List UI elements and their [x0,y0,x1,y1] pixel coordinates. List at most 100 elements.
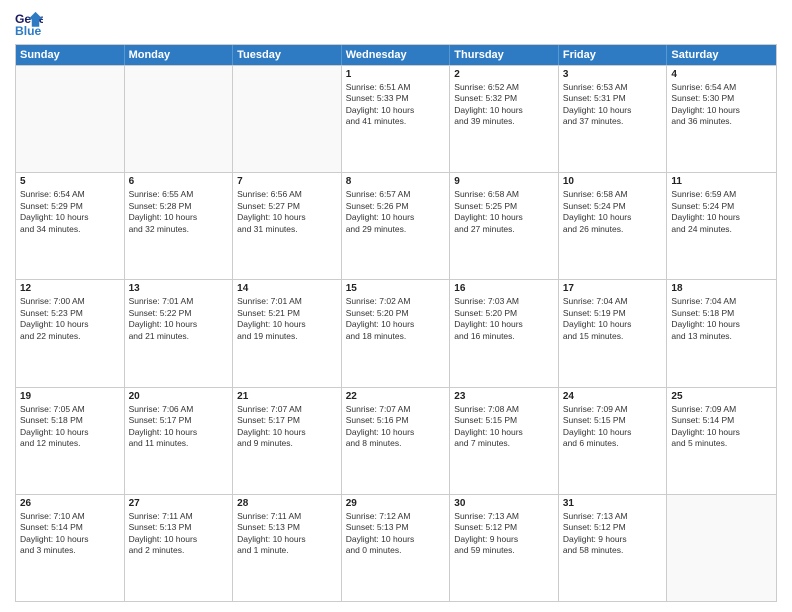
calendar-cell-day-2: 2 Sunrise: 6:52 AM Sunset: 5:32 PM Daylig… [450,66,559,172]
cell-day-number: 13 [129,283,229,294]
cell-info-text: Sunrise: 7:04 AM Sunset: 5:18 PM Dayligh… [671,296,772,342]
calendar: SundayMondayTuesdayWednesdayThursdayFrid… [15,44,777,602]
cell-info-text: Sunrise: 6:56 AM Sunset: 5:27 PM Dayligh… [237,189,337,235]
calendar-cell-day-8: 8 Sunrise: 6:57 AM Sunset: 5:26 PM Daylig… [342,173,451,279]
cell-day-number: 3 [563,69,663,80]
cell-info-text: Sunrise: 7:08 AM Sunset: 5:15 PM Dayligh… [454,404,554,450]
calendar-cell-day-14: 14 Sunrise: 7:01 AM Sunset: 5:21 PM Dayli… [233,280,342,386]
cell-day-number: 20 [129,391,229,402]
cell-day-number: 6 [129,176,229,187]
calendar-cell-day-29: 29 Sunrise: 7:12 AM Sunset: 5:13 PM Dayli… [342,495,451,601]
cell-day-number: 4 [671,69,772,80]
cell-day-number: 2 [454,69,554,80]
cell-info-text: Sunrise: 6:55 AM Sunset: 5:28 PM Dayligh… [129,189,229,235]
calendar-cell-day-22: 22 Sunrise: 7:07 AM Sunset: 5:16 PM Dayli… [342,388,451,494]
calendar-cell-empty [233,66,342,172]
header-day-tuesday: Tuesday [233,45,342,65]
calendar-cell-day-31: 31Sunrise: 7:13 AM Sunset: 5:12 PM Dayli… [559,495,668,601]
cell-day-number: 22 [346,391,446,402]
calendar-row-3: 12 Sunrise: 7:00 AM Sunset: 5:23 PM Dayli… [16,279,776,386]
calendar-cell-day-10: 10 Sunrise: 6:58 AM Sunset: 5:24 PM Dayli… [559,173,668,279]
calendar-cell-day-25: 25 Sunrise: 7:09 AM Sunset: 5:14 PM Dayli… [667,388,776,494]
header-day-wednesday: Wednesday [342,45,451,65]
calendar-cell-empty [667,495,776,601]
cell-day-number: 19 [20,391,120,402]
cell-info-text: Sunrise: 6:54 AM Sunset: 5:29 PM Dayligh… [20,189,120,235]
calendar-cell-day-24: 24 Sunrise: 7:09 AM Sunset: 5:15 PM Dayli… [559,388,668,494]
cell-day-number: 14 [237,283,337,294]
cell-info-text: Sunrise: 6:58 AM Sunset: 5:24 PM Dayligh… [563,189,663,235]
cell-info-text: Sunrise: 7:02 AM Sunset: 5:20 PM Dayligh… [346,296,446,342]
calendar-cell-day-18: 18 Sunrise: 7:04 AM Sunset: 5:18 PM Dayli… [667,280,776,386]
calendar-cell-day-20: 20 Sunrise: 7:06 AM Sunset: 5:17 PM Dayli… [125,388,234,494]
calendar-row-2: 5 Sunrise: 6:54 AM Sunset: 5:29 PM Daylig… [16,172,776,279]
cell-day-number: 5 [20,176,120,187]
cell-info-text: Sunrise: 7:03 AM Sunset: 5:20 PM Dayligh… [454,296,554,342]
cell-day-number: 9 [454,176,554,187]
cell-day-number: 25 [671,391,772,402]
calendar-cell-day-28: 28 Sunrise: 7:11 AM Sunset: 5:13 PM Dayli… [233,495,342,601]
cell-day-number: 29 [346,498,446,509]
cell-info-text: Sunrise: 7:07 AM Sunset: 5:16 PM Dayligh… [346,404,446,450]
calendar-cell-day-6: 6 Sunrise: 6:55 AM Sunset: 5:28 PM Daylig… [125,173,234,279]
cell-day-number: 11 [671,176,772,187]
cell-info-text: Sunrise: 7:06 AM Sunset: 5:17 PM Dayligh… [129,404,229,450]
calendar-cell-day-9: 9 Sunrise: 6:58 AM Sunset: 5:25 PM Daylig… [450,173,559,279]
cell-info-text: Sunrise: 6:53 AM Sunset: 5:31 PM Dayligh… [563,82,663,128]
calendar-cell-empty [16,66,125,172]
calendar-cell-day-3: 3 Sunrise: 6:53 AM Sunset: 5:31 PM Daylig… [559,66,668,172]
cell-day-number: 15 [346,283,446,294]
calendar-cell-day-27: 27Sunrise: 7:11 AM Sunset: 5:13 PM Dayli… [125,495,234,601]
cell-info-text: Sunrise: 7:01 AM Sunset: 5:21 PM Dayligh… [237,296,337,342]
calendar-cell-day-4: 4 Sunrise: 6:54 AM Sunset: 5:30 PM Daylig… [667,66,776,172]
cell-info-text: Sunrise: 6:58 AM Sunset: 5:25 PM Dayligh… [454,189,554,235]
cell-info-text: Sunrise: 7:10 AM Sunset: 5:14 PM Dayligh… [20,511,120,557]
cell-info-text: Sunrise: 7:12 AM Sunset: 5:13 PM Dayligh… [346,511,446,557]
cell-info-text: Sunrise: 7:09 AM Sunset: 5:15 PM Dayligh… [563,404,663,450]
cell-info-text: Sunrise: 6:52 AM Sunset: 5:32 PM Dayligh… [454,82,554,128]
cell-day-number: 18 [671,283,772,294]
calendar-row-1: 1Sunrise: 6:51 AM Sunset: 5:33 PM Daylig… [16,65,776,172]
cell-day-number: 31 [563,498,663,509]
cell-info-text: Sunrise: 6:57 AM Sunset: 5:26 PM Dayligh… [346,189,446,235]
calendar-cell-day-26: 26 Sunrise: 7:10 AM Sunset: 5:14 PM Dayli… [16,495,125,601]
header-day-thursday: Thursday [450,45,559,65]
calendar-cell-day-17: 17 Sunrise: 7:04 AM Sunset: 5:19 PM Dayli… [559,280,668,386]
cell-day-number: 28 [237,498,337,509]
page: General Blue SundayMondayTuesdayWednesda… [0,0,792,612]
cell-info-text: Sunrise: 6:54 AM Sunset: 5:30 PM Dayligh… [671,82,772,128]
cell-info-text: Sunrise: 6:51 AM Sunset: 5:33 PM Dayligh… [346,82,446,128]
calendar-cell-day-21: 21 Sunrise: 7:07 AM Sunset: 5:17 PM Dayli… [233,388,342,494]
calendar-cell-day-19: 19 Sunrise: 7:05 AM Sunset: 5:18 PM Dayli… [16,388,125,494]
cell-day-number: 21 [237,391,337,402]
cell-info-text: Sunrise: 7:11 AM Sunset: 5:13 PM Dayligh… [237,511,337,557]
header-day-sunday: Sunday [16,45,125,65]
cell-day-number: 7 [237,176,337,187]
cell-day-number: 10 [563,176,663,187]
calendar-cell-day-1: 1Sunrise: 6:51 AM Sunset: 5:33 PM Daylig… [342,66,451,172]
cell-day-number: 8 [346,176,446,187]
cell-day-number: 26 [20,498,120,509]
calendar-cell-day-12: 12 Sunrise: 7:00 AM Sunset: 5:23 PM Dayli… [16,280,125,386]
logo: General Blue [15,10,47,38]
cell-day-number: 12 [20,283,120,294]
cell-info-text: Sunrise: 7:04 AM Sunset: 5:19 PM Dayligh… [563,296,663,342]
cell-day-number: 16 [454,283,554,294]
cell-day-number: 17 [563,283,663,294]
calendar-cell-day-16: 16 Sunrise: 7:03 AM Sunset: 5:20 PM Dayli… [450,280,559,386]
header-day-monday: Monday [125,45,234,65]
cell-info-text: Sunrise: 7:05 AM Sunset: 5:18 PM Dayligh… [20,404,120,450]
calendar-cell-day-30: 30Sunrise: 7:13 AM Sunset: 5:12 PM Dayli… [450,495,559,601]
calendar-cell-day-7: 7 Sunrise: 6:56 AM Sunset: 5:27 PM Daylig… [233,173,342,279]
calendar-row-4: 19 Sunrise: 7:05 AM Sunset: 5:18 PM Dayli… [16,387,776,494]
cell-info-text: Sunrise: 7:07 AM Sunset: 5:17 PM Dayligh… [237,404,337,450]
cell-day-number: 27 [129,498,229,509]
cell-info-text: Sunrise: 7:01 AM Sunset: 5:22 PM Dayligh… [129,296,229,342]
cell-day-number: 23 [454,391,554,402]
calendar-cell-empty [125,66,234,172]
header-day-friday: Friday [559,45,668,65]
cell-info-text: Sunrise: 7:00 AM Sunset: 5:23 PM Dayligh… [20,296,120,342]
cell-day-number: 24 [563,391,663,402]
cell-info-text: Sunrise: 7:09 AM Sunset: 5:14 PM Dayligh… [671,404,772,450]
cell-info-text: Sunrise: 6:59 AM Sunset: 5:24 PM Dayligh… [671,189,772,235]
